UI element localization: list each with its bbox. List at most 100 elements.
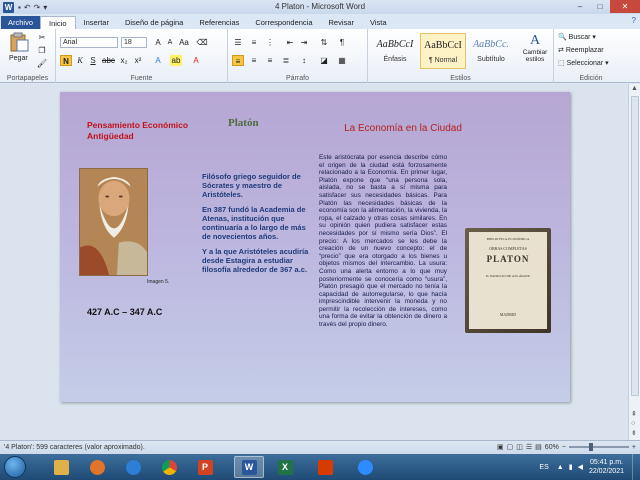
format-painter-icon[interactable]: 🖌	[36, 58, 48, 69]
bold-button[interactable]: N	[60, 55, 72, 66]
italic-button[interactable]: K	[74, 55, 86, 66]
decrease-indent-icon[interactable]: ⇤	[284, 37, 296, 48]
tab-correspondencia[interactable]: Correspondencia	[247, 16, 320, 29]
window-title: 4 Platon - Microsoft Word	[274, 2, 366, 11]
increase-indent-icon[interactable]: ⇥	[298, 37, 310, 48]
underline-button[interactable]: S	[87, 55, 99, 66]
style-sample: AaBbCc.	[473, 39, 509, 50]
save-icon[interactable]: ▪	[18, 3, 21, 12]
taskbar-word[interactable]: W	[234, 456, 264, 478]
title-bar: W ▪ ↶ ↷ ▾ 4 Platon - Microsoft Word – □ …	[0, 0, 640, 14]
font-name-input[interactable]: Arial	[60, 37, 118, 48]
word-app-icon[interactable]: W	[3, 1, 14, 13]
close-button[interactable]: ✕	[610, 0, 640, 13]
sort-icon[interactable]: ⇅	[318, 37, 330, 48]
taskbar-ie[interactable]	[118, 456, 148, 478]
taskbar-excel[interactable]: X	[270, 456, 300, 478]
network-icon[interactable]: ▮	[569, 463, 573, 471]
select-button[interactable]: ⬚ Seleccionar ▾	[558, 59, 609, 67]
copy-icon[interactable]: ❐	[36, 45, 48, 56]
book-title-main: PLATON	[486, 254, 530, 264]
prev-page-icon[interactable]: ⇞	[631, 410, 637, 418]
change-case-icon[interactable]: Aa	[178, 37, 190, 48]
book-cover-image[interactable]: BIBLIOTECA ECONÓMICA OBRAS COMPLETAS PLA…	[465, 228, 551, 333]
highlight-icon[interactable]: ab	[170, 55, 182, 66]
find-button[interactable]: 🔍 Buscar ▾	[558, 33, 596, 41]
zoom-slider-thumb[interactable]	[588, 443, 593, 451]
shrink-font-icon[interactable]: A	[164, 37, 176, 48]
zoom-slider[interactable]	[568, 443, 629, 451]
justify-button[interactable]: ≣	[280, 55, 292, 66]
paste-button[interactable]	[8, 32, 30, 52]
taskbar-office[interactable]	[310, 456, 340, 478]
minimize-button[interactable]: –	[570, 0, 590, 13]
document-page[interactable]: Pensamiento Económico Antigüedad Platón …	[60, 92, 570, 402]
tab-inicio[interactable]: Inicio	[40, 16, 76, 29]
tab-diseno-pagina[interactable]: Diseño de página	[117, 16, 191, 29]
grow-font-icon[interactable]: A	[152, 37, 164, 48]
clock[interactable]: 05:41 p.m. 22/02/2021	[589, 458, 624, 476]
line-spacing-icon[interactable]: ↕	[298, 55, 310, 66]
taskbar-media-player[interactable]	[82, 456, 112, 478]
taskbar-explorer[interactable]	[46, 456, 76, 478]
show-marks-icon[interactable]: ¶	[336, 37, 348, 48]
font-size-input[interactable]: 18	[121, 37, 147, 48]
superscript-button[interactable]: x²	[132, 55, 144, 66]
tab-vista[interactable]: Vista	[362, 16, 395, 29]
strikethrough-button[interactable]: abc	[102, 55, 115, 66]
volume-icon[interactable]: ◀	[578, 463, 583, 471]
zoom-level[interactable]: 60%	[545, 444, 559, 451]
redo-icon[interactable]: ↷	[34, 3, 41, 12]
align-right-button[interactable]: ≡	[264, 55, 276, 66]
language-indicator[interactable]: ES	[539, 464, 548, 471]
clear-format-icon[interactable]: ⌫	[196, 37, 208, 48]
font-color-icon[interactable]: A	[190, 55, 202, 66]
print-layout-icon[interactable]: ▣	[497, 443, 504, 451]
next-page-icon[interactable]: ⇟	[631, 429, 637, 437]
tab-revisar[interactable]: Revisar	[321, 16, 362, 29]
borders-icon[interactable]: ▦	[336, 55, 348, 66]
taskbar-chrome[interactable]	[154, 456, 184, 478]
subscript-button[interactable]: x₂	[118, 55, 130, 66]
cut-icon[interactable]: ✂	[36, 32, 48, 43]
tray-expand-icon[interactable]: ▲	[557, 464, 564, 471]
scroll-up-icon[interactable]: ▲	[631, 85, 638, 92]
start-button[interactable]	[4, 456, 26, 478]
taskbar-zoom[interactable]	[350, 456, 380, 478]
chrome-icon	[161, 459, 177, 475]
style-enfasis[interactable]: AaBbCcI Énfasis	[372, 33, 418, 69]
zoom-out-icon[interactable]: −	[562, 444, 566, 451]
text-effects-icon[interactable]: A	[152, 55, 164, 66]
shading-icon[interactable]: ◪	[318, 55, 330, 66]
change-styles-button[interactable]: A Cambiar estilos	[518, 33, 552, 73]
vertical-scrollbar[interactable]: ▲ ⇞ ○ ⇟	[628, 84, 640, 440]
plato-portrait-image[interactable]	[79, 168, 148, 276]
style-normal[interactable]: AaBbCcI ¶ Normal	[420, 33, 466, 69]
replace-button[interactable]: ⇄ Reemplazar	[558, 46, 604, 54]
scroll-thumb[interactable]	[631, 96, 639, 396]
undo-icon[interactable]: ↶	[24, 3, 31, 12]
style-subtitulo[interactable]: AaBbCc. Subtítulo	[468, 33, 514, 69]
outline-icon[interactable]: ☰	[526, 443, 532, 451]
select-browse-icon[interactable]: ○	[631, 420, 635, 427]
find-icon: 🔍	[558, 34, 567, 41]
numbering-icon[interactable]: ≡	[248, 37, 260, 48]
show-desktop-button[interactable]	[632, 454, 640, 480]
tab-archivo[interactable]: Archivo	[1, 16, 41, 29]
taskbar-powerpoint[interactable]: P	[190, 456, 220, 478]
align-left-button[interactable]: ≡	[232, 55, 244, 66]
zoom-in-icon[interactable]: +	[632, 444, 636, 451]
multilevel-list-icon[interactable]: ⋮	[264, 37, 276, 48]
help-icon[interactable]: ?	[632, 16, 636, 25]
bullets-icon[interactable]: ☰	[232, 37, 244, 48]
customize-qat-icon[interactable]: ▾	[43, 3, 47, 12]
editing-group: 🔍 Buscar ▾ ⇄ Reemplazar ⬚ Seleccionar ▾ …	[554, 29, 628, 83]
full-screen-icon[interactable]: ▢	[507, 443, 514, 451]
align-center-button[interactable]: ≡	[248, 55, 260, 66]
tab-referencias[interactable]: Referencias	[191, 16, 247, 29]
status-bar: '4 Platon': 599 caracteres (valor aproxi…	[0, 440, 640, 454]
draft-icon[interactable]: ▤	[535, 443, 542, 451]
web-layout-icon[interactable]: ◫	[516, 443, 523, 451]
tab-insertar[interactable]: Insertar	[76, 16, 117, 29]
maximize-button[interactable]: □	[590, 0, 610, 13]
